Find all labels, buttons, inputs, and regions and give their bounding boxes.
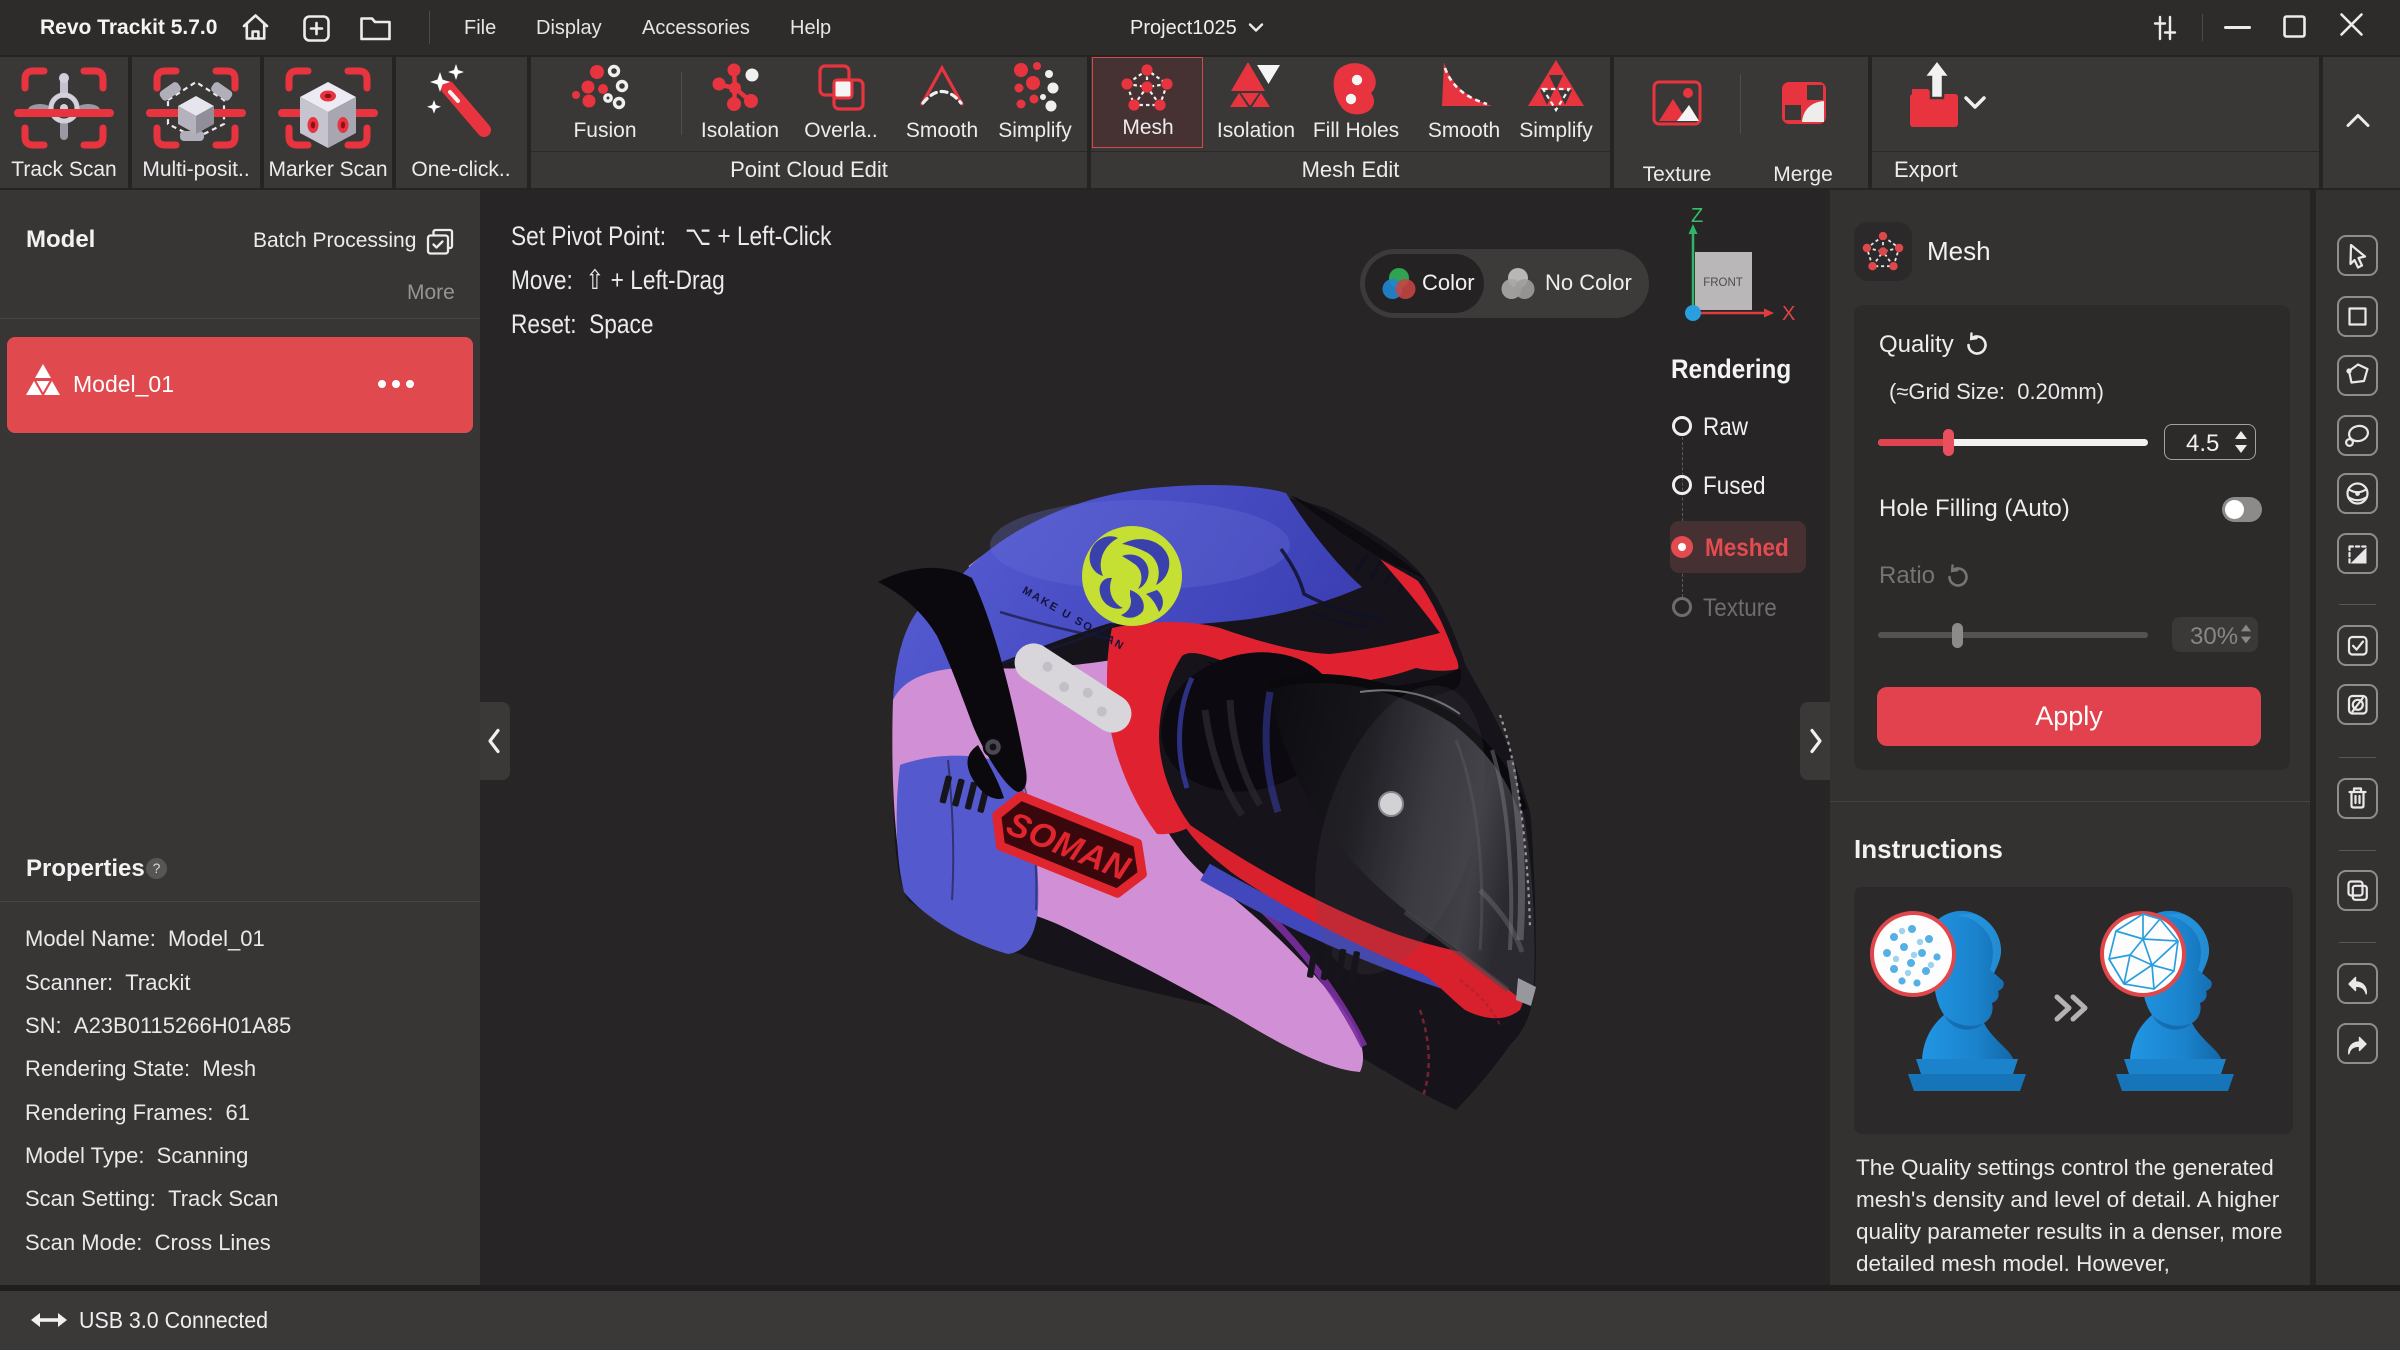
svg-text:X: X xyxy=(1782,303,1795,325)
svg-text:FRONT: FRONT xyxy=(1703,277,1743,289)
svg-text:Z: Z xyxy=(1691,205,1703,227)
